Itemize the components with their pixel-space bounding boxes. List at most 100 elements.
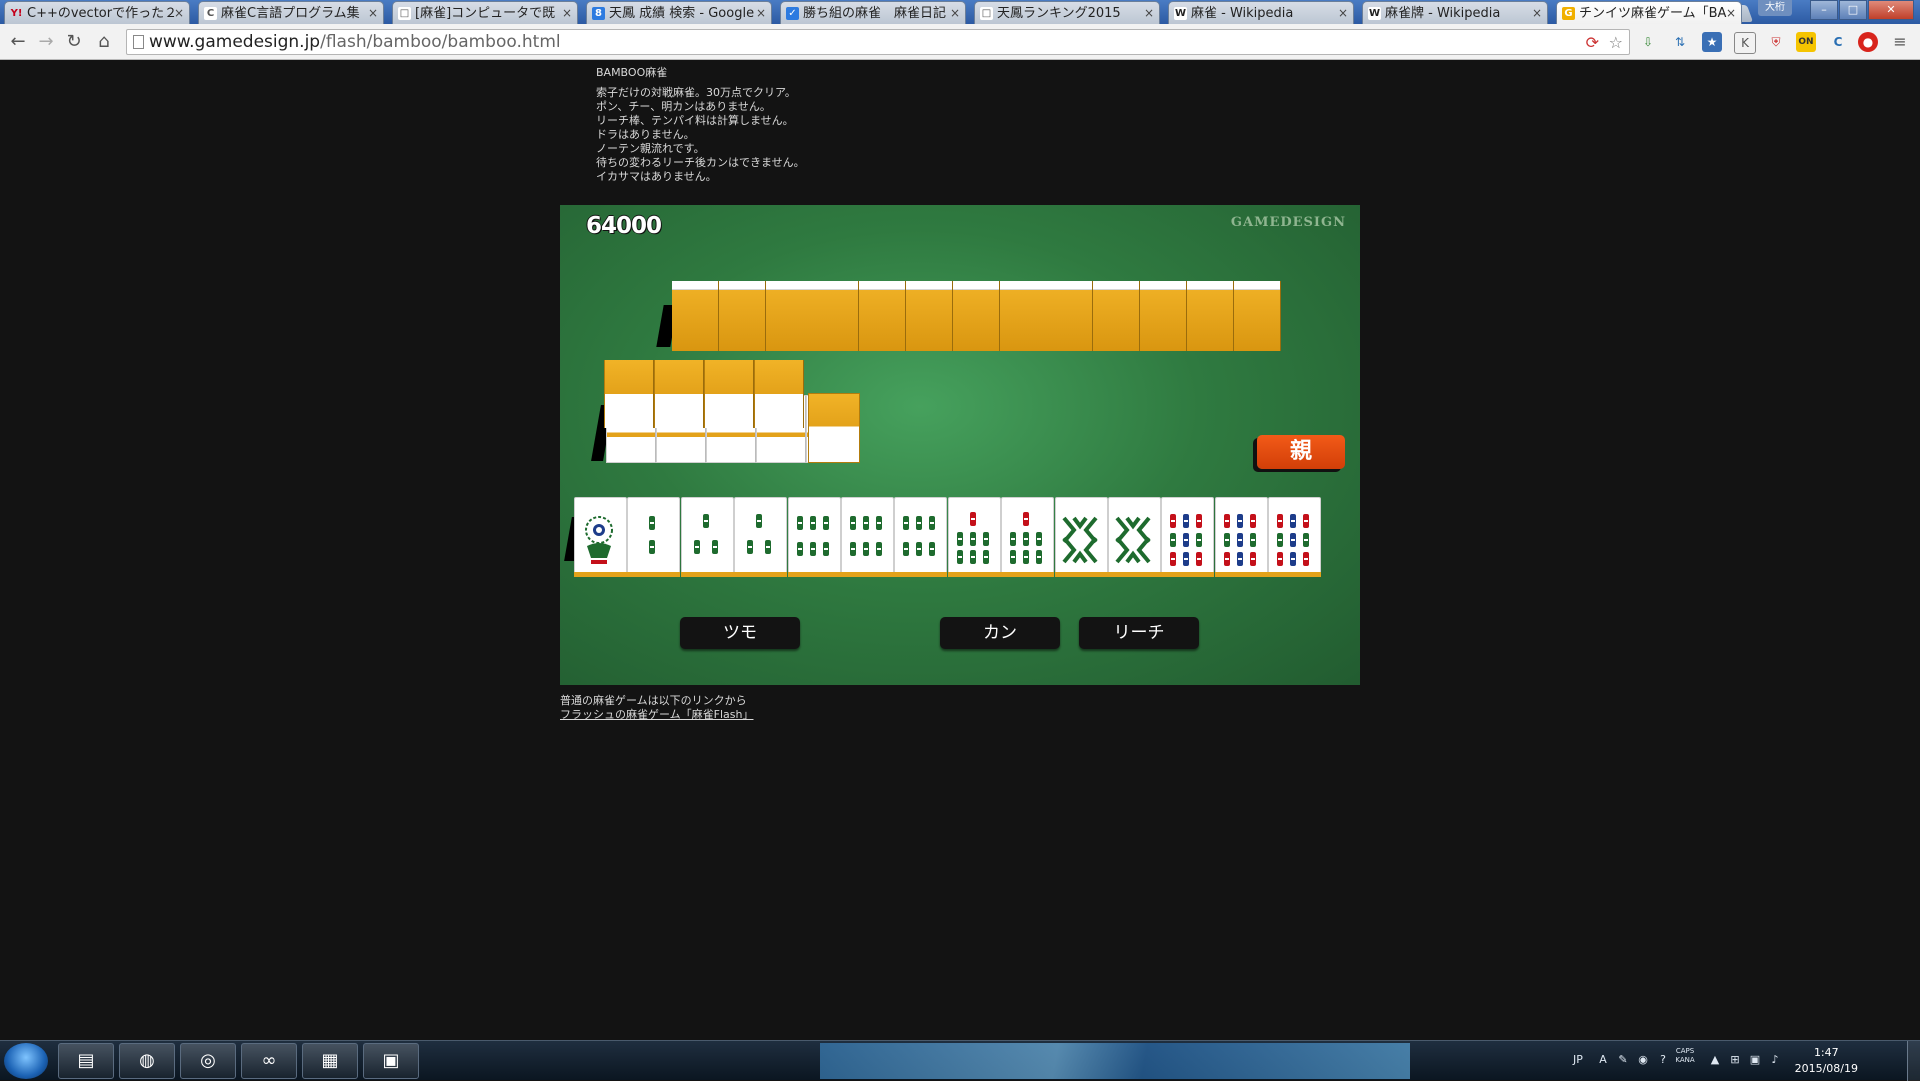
infinity-app-icon[interactable]: ∞ — [241, 1043, 297, 1079]
tab-close-icon[interactable]: × — [1726, 2, 1736, 24]
browser-tab[interactable]: W 麻雀牌 - Wikipedia × — [1362, 1, 1548, 24]
extension-download-icon[interactable]: ⇩ — [1638, 32, 1658, 52]
caps-kana-indicator: CAPS KANA — [1675, 1047, 1695, 1064]
browser-tab[interactable]: Y! C++のvectorで作った２ × — [4, 1, 190, 24]
browser-tab[interactable]: □ 天鳳ランキング2015 × — [974, 1, 1160, 24]
extension-star-icon[interactable]: ★ — [1702, 32, 1722, 52]
tab-close-icon[interactable]: × — [1338, 2, 1348, 24]
rules-list: 索子だけの対戦麻雀。30万点でクリア。 ポン、チー、明カンはありません。 リーチ棒、… — [596, 86, 805, 184]
kan-button[interactable]: カン — [940, 617, 1060, 649]
rule-line: 待ちの変わるリーチ後カンはできません。 — [596, 156, 805, 169]
hand-tile-8s[interactable] — [1054, 497, 1108, 577]
rule-line: リーチ棒、テンパイ料は計算しません。 — [596, 114, 794, 127]
tab-close-icon[interactable]: × — [1532, 2, 1542, 24]
hand-tile-3s[interactable] — [734, 497, 788, 577]
riichi-button[interactable]: リーチ — [1079, 617, 1199, 649]
opponent-tile-back — [812, 281, 860, 351]
browser-tab[interactable]: 8 天鳳 成績 検索 - Google × — [586, 1, 772, 24]
home-icon[interactable]: ⌂ — [92, 30, 116, 54]
wall-tile-upper — [654, 360, 704, 428]
volume-icon[interactable]: ♪ — [1768, 1053, 1782, 1067]
extension-c-icon[interactable]: C — [1828, 32, 1848, 52]
tab-favicon-icon: G — [1562, 7, 1575, 20]
tab-close-icon[interactable]: × — [950, 2, 960, 24]
close-window-icon[interactable]: ✕ — [1868, 0, 1914, 20]
extension-shield-icon[interactable]: ⛨ — [1766, 32, 1786, 52]
chrome-icon[interactable]: ◍ — [119, 1043, 175, 1079]
paint-app-icon[interactable]: ▦ — [302, 1043, 358, 1079]
tab-close-icon[interactable]: × — [1144, 2, 1154, 24]
url-text[interactable]: www.gamedesign.jp/flash/bamboo/bamboo.ht… — [149, 30, 561, 54]
address-bar[interactable]: www.gamedesign.jp/flash/bamboo/bamboo.ht… — [126, 29, 1630, 55]
hand-tile-3s[interactable] — [680, 497, 734, 577]
hand-tile-1s[interactable] — [574, 497, 627, 577]
tab-favicon-icon: W — [1174, 7, 1187, 20]
tray-expand-icon[interactable]: ▲ — [1708, 1053, 1722, 1067]
hand-tile-7s[interactable] — [947, 497, 1001, 577]
rule-line: ドラはありません。 — [596, 128, 695, 141]
tab-close-icon[interactable]: × — [562, 2, 572, 24]
bamboo-6s-icon — [850, 516, 882, 556]
tab-close-icon[interactable]: × — [756, 2, 766, 24]
system-clock[interactable]: 1:47 2015/08/19 — [1795, 1045, 1858, 1077]
tab-label: 勝ち組の麻雀 麻雀日記 — [803, 6, 947, 21]
windows-flag-icon[interactable]: ⊞ — [1728, 1053, 1742, 1067]
tab-label: 麻雀 - Wikipedia — [1191, 6, 1294, 21]
window-app-icon[interactable]: ▣ — [363, 1043, 419, 1079]
hand-tile-6s[interactable] — [894, 497, 948, 577]
brand-logo: GAMEDESIGN — [1230, 215, 1346, 230]
opponent-tile-back — [952, 281, 1000, 351]
browser-tab[interactable]: C 麻雀C言語プログラム集 × — [198, 1, 384, 24]
opponent-tile-back — [718, 281, 766, 351]
explorer-icon[interactable]: ▤ — [58, 1043, 114, 1079]
extension-sort-icon[interactable]: ⇅ — [1670, 32, 1690, 52]
browser-tab[interactable]: □ [麻雀]コンピュータで既 × — [392, 1, 578, 24]
rule-line: イカサマはありません。 — [596, 170, 717, 183]
hand-tile-8s[interactable] — [1108, 497, 1161, 577]
start-button[interactable] — [4, 1043, 48, 1079]
ime-mode-icon[interactable]: A — [1596, 1053, 1610, 1067]
network-globe-icon[interactable]: ◉ — [1636, 1053, 1650, 1067]
mahjong-flash-link[interactable]: フラッシュの麻雀ゲーム「麻雀Flash」 — [560, 708, 754, 721]
hand-tile-9s[interactable] — [1268, 497, 1322, 577]
tab-favicon-icon: □ — [980, 7, 993, 20]
hand-tile-6s[interactable] — [841, 497, 894, 577]
hand-tile-9s[interactable] — [1161, 497, 1215, 577]
tsumo-button[interactable]: ツモ — [680, 617, 800, 649]
extension-on-icon[interactable]: ON — [1796, 32, 1816, 52]
hand-tile-2s[interactable] — [627, 497, 681, 577]
media-player-icon[interactable]: ◎ — [180, 1043, 236, 1079]
browser-tab[interactable]: G チンイツ麻雀ゲーム「BA × — [1556, 1, 1742, 24]
opponent-tile-back — [1140, 281, 1187, 351]
ime-indicator[interactable]: JP — [1566, 1053, 1590, 1067]
tab-close-icon[interactable]: × — [368, 2, 378, 24]
hand-tile-9s[interactable] — [1214, 497, 1268, 577]
menu-icon[interactable]: ≡ — [1890, 32, 1910, 52]
browser-toolbar: ← → ↻ ⌂ www.gamedesign.jp/flash/bamboo/b… — [0, 24, 1920, 60]
reload-icon[interactable]: ↻ — [62, 30, 86, 54]
bamboo-9s-icon — [1223, 514, 1256, 566]
show-desktop-button[interactable] — [1907, 1041, 1920, 1081]
browser-tab[interactable]: ✓ 勝ち組の麻雀 麻雀日記 × — [780, 1, 966, 24]
page-icon — [133, 35, 144, 49]
minimize-icon[interactable]: – — [1810, 0, 1838, 20]
clock-time: 1:47 — [1813, 1046, 1839, 1059]
mahjong-game-board[interactable]: 64000 GAMEDESIGN 親 ツモ カン リーチ — [560, 205, 1360, 685]
forward-arrow-icon[interactable]: → — [34, 30, 58, 54]
help-icon[interactable]: ? — [1656, 1053, 1670, 1067]
clock-date: 2015/08/19 — [1794, 1062, 1858, 1075]
back-arrow-icon[interactable]: ← — [6, 30, 30, 54]
extension-k-icon[interactable]: K — [1734, 32, 1756, 54]
network-icon[interactable]: ▣ — [1748, 1053, 1762, 1067]
window-controls: – □ ✕ — [1809, 0, 1914, 20]
maximize-icon[interactable]: □ — [1839, 0, 1867, 20]
hand-tile-7s[interactable] — [1001, 497, 1055, 577]
tab-close-icon[interactable]: × — [174, 2, 184, 24]
tool-icon[interactable]: ✎ — [1616, 1053, 1630, 1067]
bookmark-star-icon[interactable]: ☆ — [1609, 33, 1623, 53]
translate-icon[interactable]: ⟳ — [1586, 33, 1599, 53]
profile-badge[interactable]: 大桁 — [1758, 0, 1792, 16]
extension-record-icon[interactable]: ● — [1858, 32, 1878, 52]
browser-tab[interactable]: W 麻雀 - Wikipedia × — [1168, 1, 1354, 24]
hand-tile-6s[interactable] — [787, 497, 841, 577]
